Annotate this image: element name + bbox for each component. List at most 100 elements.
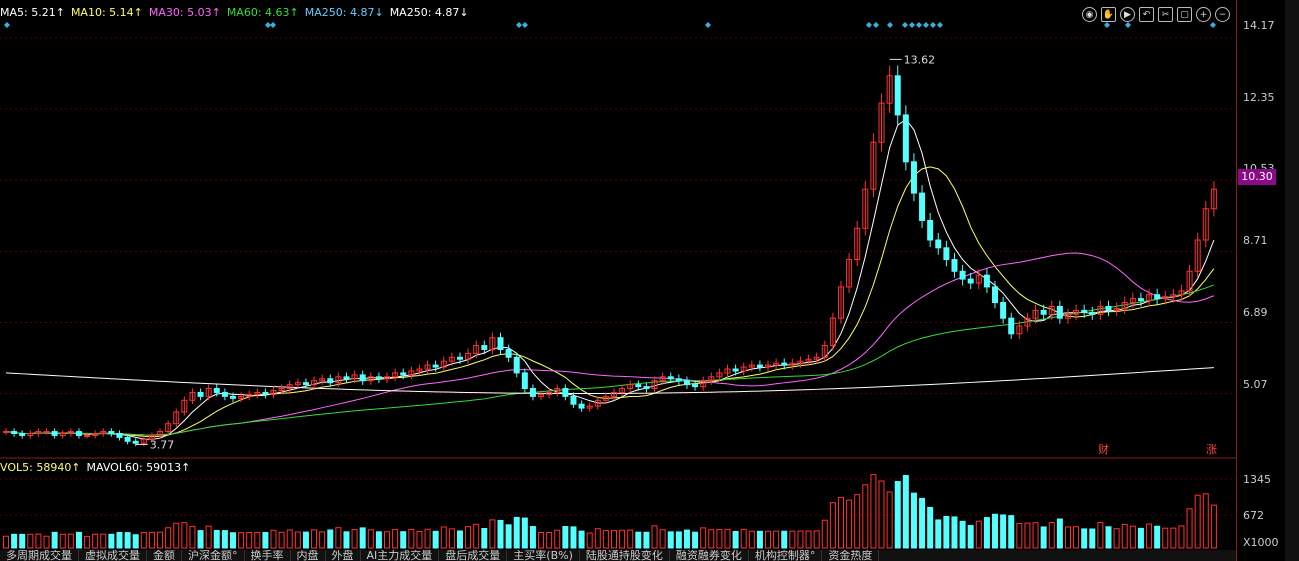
- candle-body: [19, 433, 26, 436]
- volume-bar: [262, 532, 269, 549]
- indicator-tab[interactable]: 换手率: [245, 550, 291, 561]
- candle-body: [132, 440, 139, 444]
- chart-toolbar: ◉ ✋ ▶ ↶ ✂ ▢ + −: [1082, 7, 1230, 22]
- volume-bar: [611, 529, 617, 549]
- volume-bar: [246, 532, 253, 549]
- eye-icon[interactable]: ◉: [1082, 7, 1097, 22]
- legend-item: MA60: 4.63↑: [226, 6, 299, 19]
- legend-item: MA250: 4.87↓: [389, 6, 469, 19]
- volume-bar: [1170, 527, 1177, 549]
- candle-body: [1040, 309, 1047, 315]
- indicator-tab[interactable]: 机构控制器°: [749, 550, 823, 561]
- legend-item: MA10: 5.14↑: [70, 6, 143, 19]
- indicator-tab[interactable]: 陆股通持股变化: [580, 550, 670, 561]
- volume-bar: [740, 528, 747, 549]
- volume-bar: [1178, 525, 1185, 549]
- volume-bar: [1081, 528, 1088, 549]
- limit-up-mark: 涨: [1206, 443, 1217, 456]
- price-tick: 14.17: [1243, 19, 1275, 32]
- volume-bar: [165, 527, 172, 549]
- zoom-out-icon[interactable]: −: [1215, 7, 1230, 22]
- volume-bar: [594, 528, 601, 549]
- volume-bar: [992, 513, 999, 549]
- candle-body: [1008, 317, 1015, 335]
- lock-icon[interactable]: ▢: [1177, 7, 1192, 22]
- volume-bar: [967, 525, 974, 549]
- candle-body: [375, 376, 382, 380]
- indicator-tab[interactable]: 沪深金额°: [182, 550, 245, 561]
- indicator-tab[interactable]: 资金热度: [822, 550, 880, 561]
- candle-body: [400, 372, 407, 376]
- volume-bar: [351, 529, 358, 549]
- volume-bar: [92, 533, 99, 549]
- volume-bar: [683, 529, 690, 549]
- undo-icon[interactable]: ↶: [1139, 7, 1154, 22]
- volume-bar: [1089, 528, 1096, 549]
- candle-body: [692, 384, 699, 388]
- event-diamond-icon: [270, 22, 276, 28]
- indicator-tab[interactable]: 融资融券变化: [670, 550, 749, 561]
- volume-bar: [919, 497, 926, 549]
- legend-item: MA30: 5.03↑: [148, 6, 221, 19]
- price-tick: 12.35: [1243, 91, 1275, 104]
- indicator-tab[interactable]: 金额: [147, 550, 182, 561]
- volume-bar: [927, 506, 934, 549]
- candle-body: [732, 368, 739, 372]
- volume-bar: [910, 492, 917, 549]
- candle-body: [343, 376, 350, 380]
- event-diamond-icon: [522, 22, 528, 28]
- volume-bar: [797, 530, 804, 549]
- candle-body: [51, 431, 58, 436]
- candle-body: [213, 388, 220, 393]
- volume-bar: [821, 519, 828, 549]
- volume-bar: [562, 526, 569, 549]
- candle-body: [1000, 302, 1007, 319]
- zoom-in-icon[interactable]: +: [1196, 7, 1211, 22]
- candle-body: [894, 75, 901, 116]
- volume-bar: [1137, 527, 1144, 549]
- volume-bar: [27, 533, 34, 549]
- indicator-tab[interactable]: AI主力成交量: [361, 550, 440, 561]
- volume-unit: X1000: [1243, 536, 1279, 549]
- candle-body: [327, 378, 334, 384]
- volume-bar: [75, 531, 82, 549]
- volume-bar: [229, 532, 236, 549]
- candle-body: [1089, 311, 1096, 315]
- candle-body: [505, 348, 512, 358]
- volume-bar: [270, 529, 277, 549]
- volume-bar: [1121, 523, 1128, 549]
- hand-icon[interactable]: ✋: [1101, 7, 1116, 22]
- volume-bar: [756, 530, 763, 549]
- candle-body: [959, 270, 966, 280]
- volume-bar: [311, 529, 318, 549]
- play-icon[interactable]: ▶: [1120, 7, 1135, 22]
- volume-bar: [902, 475, 909, 549]
- candle-body: [943, 247, 950, 261]
- candle-body: [1137, 298, 1144, 302]
- volume-bar: [732, 531, 739, 549]
- price-tick: 8.71: [1243, 234, 1268, 247]
- volume-bar: [108, 533, 115, 549]
- volume-bar: [854, 494, 861, 549]
- volume-bar: [1024, 522, 1031, 549]
- volume-bar: [675, 531, 682, 549]
- indicator-tab[interactable]: 多周期成交量: [0, 550, 79, 561]
- volume-bar: [481, 528, 488, 549]
- indicator-tab[interactable]: 内盘: [291, 550, 326, 561]
- indicator-tab[interactable]: 主买率(B%): [507, 550, 580, 561]
- volume-bar: [789, 530, 796, 549]
- indicator-tab[interactable]: 盘后成交量: [439, 550, 508, 561]
- candle-body: [967, 278, 974, 284]
- candle-body: [116, 433, 123, 438]
- indicator-tab[interactable]: 外盘: [326, 550, 361, 561]
- candle-body: [570, 395, 577, 405]
- volume-bar: [181, 522, 188, 549]
- candlestick-chart[interactable]: 13.62 3.77 财 涨: [0, 0, 1299, 561]
- scissors-icon[interactable]: ✂: [1158, 7, 1173, 22]
- volume-bar: [1146, 523, 1153, 549]
- volume-bar: [1008, 515, 1015, 549]
- volume-bar: [700, 527, 707, 549]
- volume-bar: [781, 530, 788, 549]
- indicator-tab[interactable]: 虚拟成交量: [79, 550, 147, 561]
- volume-bar: [667, 531, 674, 549]
